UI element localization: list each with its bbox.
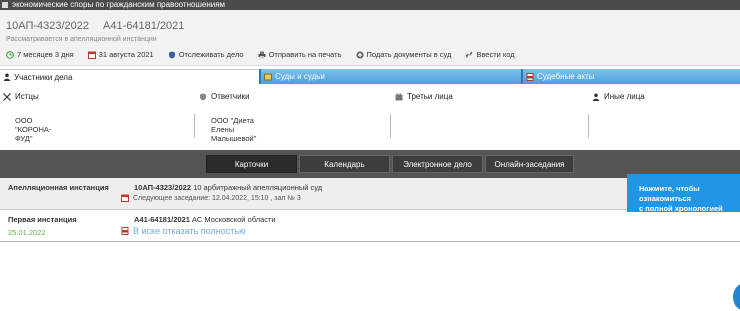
other-parties-heading: Иные лица: [592, 92, 645, 101]
decision-link[interactable]: В иске отказать полностью: [121, 226, 246, 236]
actions-bar: 7 месяцев 3 дня 31 августа 2021 Отслежив…: [6, 50, 515, 59]
group-icon: [395, 93, 403, 100]
plaintiffs-heading: Истцы: [3, 92, 39, 101]
defendants-heading: Ответчики: [199, 92, 250, 101]
track-case-button[interactable]: Отслеживать дело: [168, 50, 244, 59]
tab-electronic-case[interactable]: Электронное дело: [392, 155, 483, 173]
next-hearing: Следующее заседание: 12.04.2022, 15:10 ,…: [121, 194, 301, 202]
column-divider: [588, 114, 589, 138]
duration-label: 7 месяцев 3 дня: [17, 50, 74, 59]
printer-icon: [258, 51, 266, 58]
first-case-line: А41-64181/2021 АС Московской области: [134, 215, 276, 224]
print-label: Отправить на печать: [268, 50, 342, 59]
submit-documents-button[interactable]: Подать документы в суд: [355, 50, 452, 59]
tooltip-line2: с полной хронологией дела.: [639, 204, 723, 223]
third-parties-column: Третьи лица: [395, 92, 453, 142]
shield-icon: [200, 93, 206, 100]
tab-court-acts[interactable]: Судебные акты: [521, 69, 740, 84]
case-header: 10АП-4323/2022 А41-64181/2021 Рассматрив…: [0, 10, 740, 66]
tab-cards[interactable]: Карточки: [206, 155, 297, 173]
clock-icon: [6, 50, 14, 59]
calendar-icon: [121, 194, 129, 202]
appeal-case-number[interactable]: 10АП-4323/2022: [134, 183, 191, 192]
view-switcher: Карточки Календарь Электронное дело Онла…: [206, 155, 574, 173]
chronology-tooltip[interactable]: Нажмите, чтобы ознакомиться с полной хро…: [627, 174, 740, 223]
first-instance-label: Первая инстанция: [8, 215, 77, 224]
pdf-icon: [526, 72, 534, 81]
plaintiffs-title: Истцы: [15, 92, 39, 101]
first-instance-row[interactable]: Первая инстанция 25.01.2022 А41-64181/20…: [0, 210, 740, 242]
enter-code-label: Ввести код: [476, 50, 515, 59]
appeal-instance-label: Апелляционная инстанция: [8, 183, 109, 192]
user-icon: [3, 73, 11, 81]
first-case-number[interactable]: А41-64181/2021: [134, 215, 190, 224]
column-divider: [390, 114, 391, 138]
tabs-bar: Участники дела Суды и судьи Судебные акт…: [0, 69, 740, 84]
plaintiffs-column: Истцы ООО "КОРОНА-ФУД": [3, 92, 51, 143]
tab-participants-label: Участники дела: [14, 72, 73, 82]
defendant-name[interactable]: ООО "Диета Елены Малышевой": [211, 116, 256, 143]
enter-code-button[interactable]: Ввести код: [465, 50, 515, 59]
date-label: 31 августа 2021: [98, 50, 154, 59]
case-numbers: 10АП-4323/2022 А41-64181/2021: [6, 20, 184, 32]
case-number-first[interactable]: А41-64181/2021: [103, 20, 184, 32]
chat-button[interactable]: [733, 283, 740, 311]
first-instance-date: 25.01.2022: [8, 228, 46, 237]
shield-icon: [168, 51, 175, 58]
tab-courts-judges[interactable]: Суды и судьи: [259, 69, 521, 84]
plus-icon: [355, 50, 364, 59]
tab-online-hearings[interactable]: Онлайн-заседания: [485, 155, 574, 173]
duration-item: 7 месяцев 3 дня: [6, 50, 74, 59]
tab-participants[interactable]: Участники дела: [0, 69, 259, 84]
tab-courts-label: Суды и судьи: [275, 72, 325, 81]
next-hearing-text: Следующее заседание: 12.04.2022, 15:10 ,…: [133, 194, 301, 202]
decision-text: В иске отказать полностью: [133, 226, 246, 236]
case-number-appeal[interactable]: 10АП-4323/2022: [6, 20, 89, 32]
defendants-title: Ответчики: [211, 92, 250, 101]
calendar-icon: [87, 51, 96, 59]
submit-documents-label: Подать документы в суд: [366, 50, 452, 59]
document-icon: [2, 2, 8, 8]
plaintiff-name[interactable]: ООО "КОРОНА-ФУД": [15, 116, 51, 143]
date-item: 31 августа 2021: [87, 50, 154, 59]
tab-acts-label: Судебные акты: [537, 72, 595, 81]
print-button[interactable]: Отправить на печать: [258, 50, 342, 59]
third-parties-title: Третьи лица: [407, 92, 453, 101]
court-icon: [264, 73, 272, 80]
pdf-icon: [121, 227, 129, 235]
other-parties-title: Иные лица: [604, 92, 645, 101]
first-court: АС Московской области: [191, 215, 276, 224]
third-parties-heading: Третьи лица: [395, 92, 453, 101]
participants-panel: Истцы ООО "КОРОНА-ФУД" Ответчики ООО "Ди…: [0, 92, 740, 143]
topbar-title: экономические споры по гражданским право…: [12, 0, 226, 9]
appeal-court: 10 арбитражный апелляционный суд: [193, 183, 323, 192]
other-parties-column: Иные лица: [592, 92, 645, 142]
column-divider: [194, 114, 195, 138]
defendants-column: Ответчики ООО "Диета Елены Малышевой": [199, 92, 256, 143]
tooltip-line1: Нажмите, чтобы ознакомиться: [639, 184, 700, 203]
top-bar: экономические споры по гражданским право…: [0, 0, 740, 10]
track-case-label: Отслеживать дело: [178, 50, 244, 59]
crossed-swords-icon: [3, 92, 11, 101]
link-icon: [466, 51, 473, 58]
person-icon: [592, 93, 600, 101]
appeal-case-line: 10АП-4323/2022 10 арбитражный апелляцион…: [134, 183, 322, 192]
tab-calendar[interactable]: Календарь: [299, 155, 390, 173]
case-status: Рассматривается в апелляционной инстанци…: [6, 36, 157, 43]
